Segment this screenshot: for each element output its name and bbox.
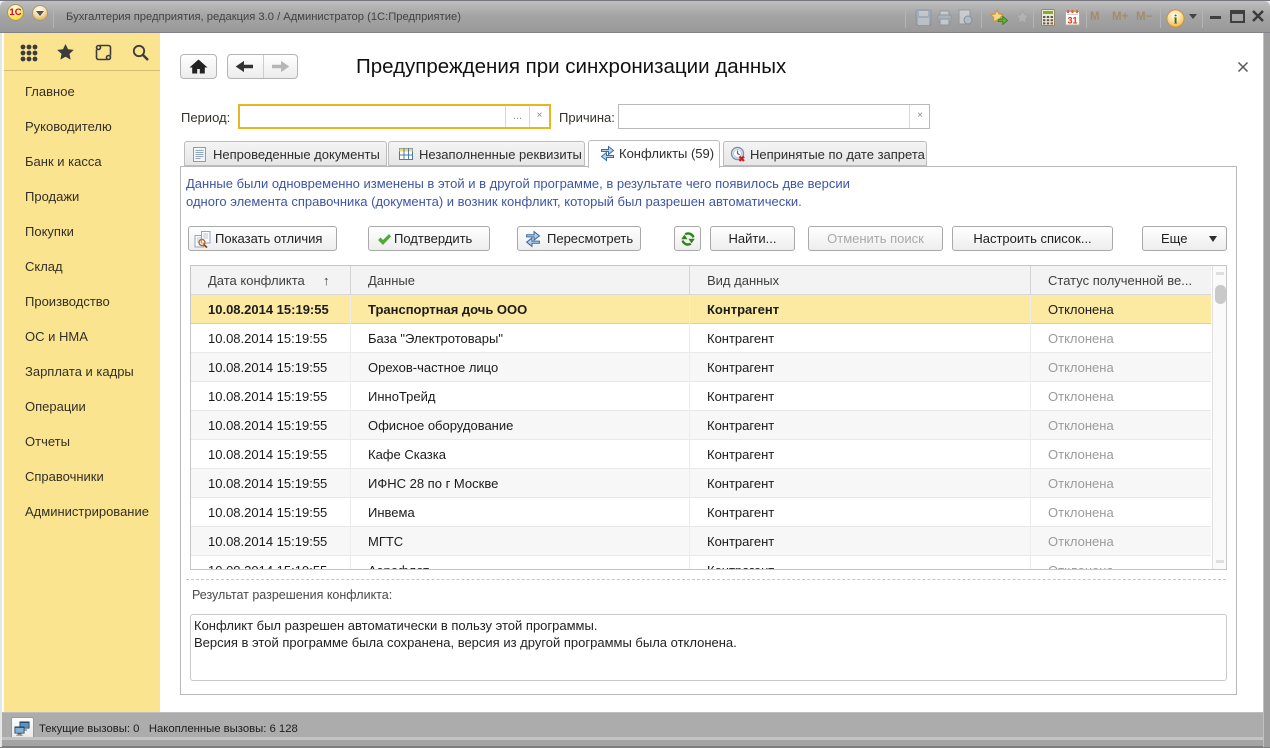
svg-text:i: i xyxy=(1174,12,1178,27)
svg-text:31: 31 xyxy=(1067,16,1077,26)
